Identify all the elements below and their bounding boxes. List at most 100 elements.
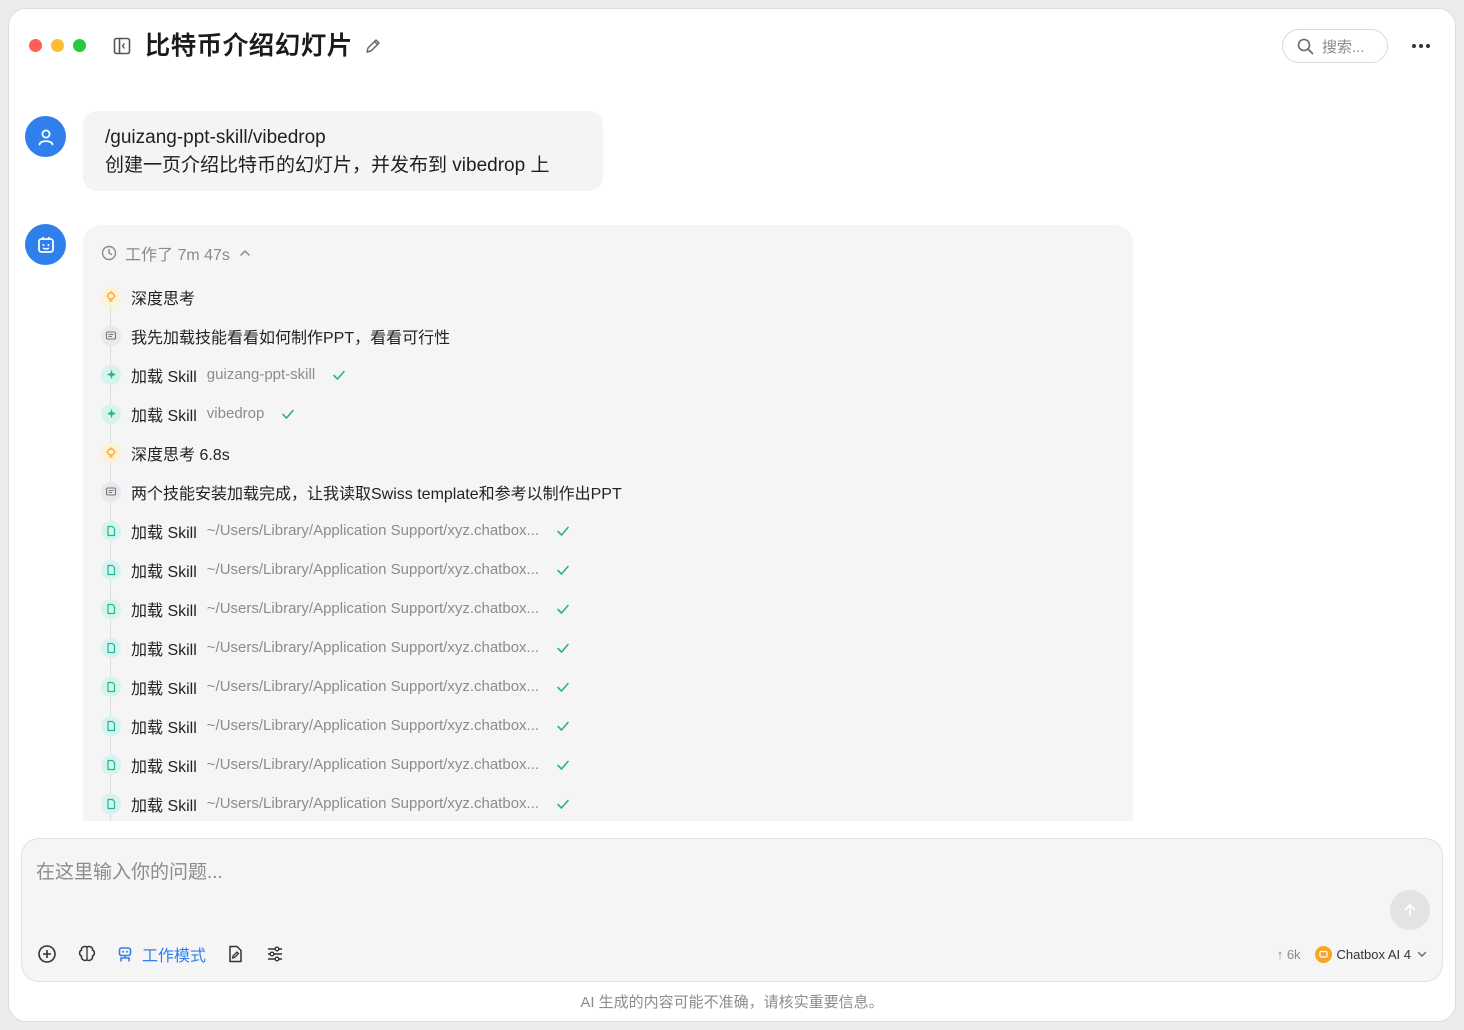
step-label: 加载 Skill [131,563,197,581]
window-controls [29,39,86,52]
chat-input-box[interactable]: 在这里输入你的问题... 工作模式 ↑ 6k Chatbox AI 4 [21,838,1443,982]
chatbox-logo-icon [1314,945,1332,963]
step-detail: ~/Users/Library/Application Support/xyz.… [206,795,540,812]
input-toolbar: 工作模式 [36,942,286,966]
step-detail: ~/Users/Library/Application Support/xyz.… [206,678,540,695]
brain-icon[interactable] [76,943,98,965]
step-detail: ~/Users/Library/Application Support/xyz.… [206,561,540,578]
step-list: 深度思考 我先加载技能看看如何制作PPT，看看可行性 加载 Skill guizang… [101,277,1101,821]
step-detail: ~/Users/Library/Application Support/xyz.… [206,600,540,617]
send-button[interactable] [1390,890,1430,930]
document-edit-icon[interactable] [224,943,246,965]
minimize-window-button[interactable] [51,39,64,52]
step-label: 加载 Skill [131,641,197,659]
sparkle-icon [101,364,121,385]
sidebar-toggle-icon[interactable] [113,37,131,55]
step-label: 加载 Skill [131,602,197,620]
user-message-bubble: /guizang-ppt-skill/vibedrop 创建一页介绍比特币的幻灯… [83,111,603,191]
check-icon [555,718,571,734]
step-detail: ~/Users/Library/Application Support/xyz.… [206,717,540,734]
file-icon [101,520,121,541]
lightbulb-icon [101,286,121,307]
work-time-label: 工作了 7m 47s [125,247,230,264]
step-detail: ~/Users/Library/Application Support/xyz.… [206,756,540,773]
step-item[interactable]: 加载 Skill guizang-ppt-skill [101,355,1101,394]
check-icon [280,406,296,422]
file-icon [101,754,121,775]
file-icon [101,559,121,580]
step-item[interactable]: 加载 Skill ~/Users/Library/Application Supp… [101,784,1101,821]
search-button[interactable]: 搜索... [1282,29,1388,63]
work-time-toggle[interactable]: 工作了 7m 47s [101,243,252,264]
file-icon [101,793,121,814]
close-window-button[interactable] [29,39,42,52]
check-icon [331,367,347,383]
user-message-text: 创建一页介绍比特币的幻灯片，并发布到 vibedrop 上 [105,155,550,176]
step-item[interactable]: 加载 Skill vibedrop [101,394,1101,433]
step-item[interactable]: 加载 Skill ~/Users/Library/Application Supp… [101,511,1101,550]
settings-sliders-icon[interactable] [264,943,286,965]
token-count: ↑ 6k [1276,946,1301,962]
step-item[interactable]: 两个技能安装加载完成，让我读取Swiss template和参考以制作出PPT [101,472,1101,511]
page-title: 比特币介绍幻灯片 [145,32,354,60]
user-icon [38,129,53,145]
chat-input[interactable]: 在这里输入你的问题... [36,857,223,884]
file-icon [101,676,121,697]
bot-icon [37,236,54,253]
edit-title-icon[interactable] [364,37,382,55]
step-detail: ~/Users/Library/Application Support/xyz.… [206,522,540,539]
work-mode-label: 工作模式 [142,948,207,965]
step-item[interactable]: 深度思考 [101,277,1101,316]
step-item[interactable]: 深度思考 6.8s [101,433,1101,472]
check-icon [555,562,571,578]
user-avatar [25,116,66,157]
model-selector[interactable]: Chatbox AI 4 [1314,945,1428,963]
check-icon [555,601,571,617]
check-icon [555,523,571,539]
chevron-up-icon [240,249,250,256]
message-icon [101,481,121,502]
maximize-window-button[interactable] [73,39,86,52]
lightbulb-icon [101,442,121,463]
app-window: 比特币介绍幻灯片 搜索... /guizang-ppt-skill/vibedr… [8,8,1456,1022]
step-item[interactable]: 我先加载技能看看如何制作PPT，看看可行性 [101,316,1101,355]
step-item[interactable]: 加载 Skill ~/Users/Library/Application Supp… [101,745,1101,784]
search-label: 搜索... [1322,38,1365,56]
step-item[interactable]: 加载 Skill ~/Users/Library/Application Supp… [101,589,1101,628]
step-label: 加载 Skill [131,407,197,425]
file-icon [101,598,121,619]
step-item[interactable]: 加载 Skill ~/Users/Library/Application Supp… [101,628,1101,667]
step-item[interactable]: 加载 Skill ~/Users/Library/Application Supp… [101,667,1101,706]
work-mode-button[interactable]: 工作模式 [116,942,206,966]
step-label: 加载 Skill [131,524,197,542]
robot-icon [118,947,132,962]
file-icon [101,637,121,658]
message-icon [101,325,121,346]
step-item[interactable]: 加载 Skill ~/Users/Library/Application Supp… [101,550,1101,589]
step-label: 两个技能安装加载完成，让我读取Swiss template和参考以制作出PPT [131,485,622,503]
step-label: 加载 Skill [131,797,197,815]
check-icon [555,757,571,773]
step-label: 我先加载技能看看如何制作PPT，看看可行性 [131,329,451,347]
step-detail: guizang-ppt-skill [206,366,316,383]
add-attachment-icon[interactable] [36,943,58,965]
step-detail: vibedrop [206,405,265,422]
assistant-message-card: 工作了 7m 47s 深度思考 我先加载技能看看如何制作PPT，看看可行性 加载 S… [83,225,1133,821]
input-right-tools: ↑ 6k Chatbox AI 4 [1277,943,1428,965]
sparkle-icon [101,403,121,424]
more-options-icon[interactable] [1407,35,1435,57]
ai-disclaimer: AI 生成的内容可能不准确，请核实重要信息。 [580,994,884,1011]
chevron-down-icon [1417,951,1427,957]
step-label: 深度思考 6.8s [131,446,230,464]
search-icon [1297,38,1314,54]
step-item[interactable]: 加载 Skill ~/Users/Library/Application Supp… [101,706,1101,745]
step-label: 深度思考 [131,290,196,308]
check-icon [555,640,571,656]
check-icon [555,679,571,695]
check-icon [555,796,571,812]
assistant-avatar [25,224,66,265]
user-message-command: /guizang-ppt-skill/vibedrop [105,127,326,148]
step-label: 加载 Skill [131,758,197,776]
step-label: 加载 Skill [131,719,197,737]
clock-icon [101,245,117,261]
